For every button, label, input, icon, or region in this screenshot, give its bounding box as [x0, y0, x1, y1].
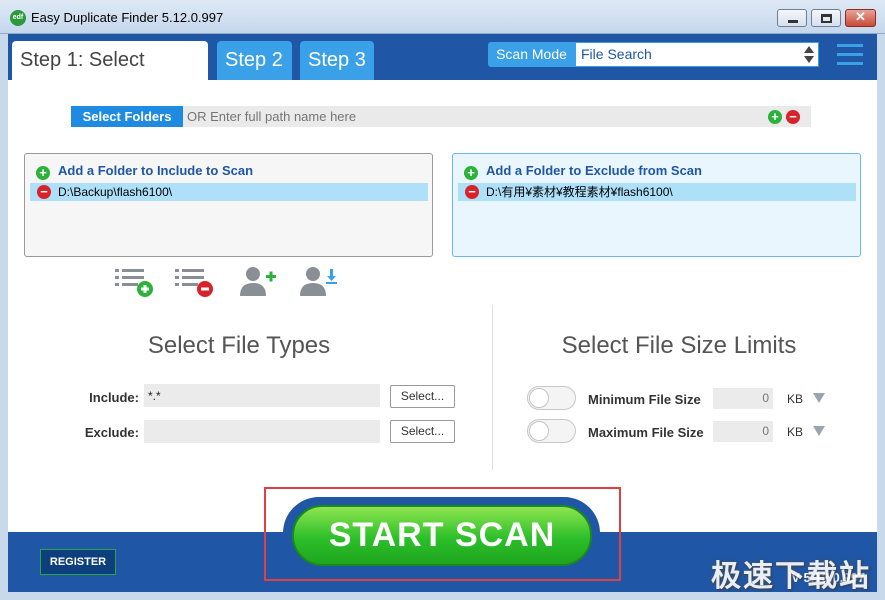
add-exclude-folder-icon: +: [464, 166, 478, 180]
list-item[interactable]: − D:\有用¥素材¥教程素材¥flash6100\: [458, 183, 856, 201]
title-bar: edf Easy Duplicate Finder 5.12.0.997 ✕: [0, 0, 885, 34]
include-select-button[interactable]: Select...: [390, 385, 455, 408]
max-size-input[interactable]: 0: [713, 421, 773, 442]
exclude-folder-header[interactable]: + Add a Folder to Exclude from Scan: [464, 163, 702, 180]
section-divider: [492, 305, 493, 470]
window-title: Easy Duplicate Finder 5.12.0.997: [31, 10, 224, 25]
add-path-icon[interactable]: +: [768, 110, 782, 124]
add-user-icon[interactable]: [236, 265, 280, 297]
min-size-input[interactable]: 0: [713, 388, 773, 409]
file-types-title: Select File Types: [147, 332, 331, 359]
scan-mode-value: File Search: [581, 46, 652, 62]
register-button[interactable]: REGISTER: [40, 549, 116, 575]
min-size-dropdown-icon[interactable]: [813, 393, 825, 403]
exclude-types-input[interactable]: [144, 420, 380, 443]
exclude-select-button[interactable]: Select...: [390, 420, 455, 443]
close-button[interactable]: ✕: [845, 9, 876, 27]
min-size-unit: KB: [787, 392, 804, 406]
min-size-toggle[interactable]: [527, 386, 576, 410]
include-label: Include:: [89, 390, 139, 405]
folder-path: D:\Backup\flash6100\: [58, 185, 173, 199]
tab-step-3[interactable]: Step 3: [300, 41, 374, 80]
watermark-text: 极速下载站: [711, 560, 871, 593]
app-logo-icon: edf: [10, 10, 26, 26]
folder-path: D:\有用¥素材¥教程素材¥flash6100\: [486, 185, 673, 199]
include-folders-box: + Add a Folder to Include to Scan − D:\Ba…: [24, 153, 433, 257]
remove-list-icon[interactable]: [172, 265, 216, 297]
include-types-input[interactable]: [144, 384, 380, 407]
tab-step-2[interactable]: Step 2: [217, 41, 292, 80]
include-folder-header[interactable]: + Add a Folder to Include to Scan: [36, 163, 253, 180]
exclude-folders-box: + Add a Folder to Exclude from Scan − D:\…: [452, 153, 861, 257]
app-header: Step 1: Select Folders Step 2 Step 3 Sca…: [8, 34, 877, 110]
close-icon: ✕: [855, 9, 866, 24]
path-input[interactable]: [183, 106, 743, 127]
add-include-folder-icon: +: [36, 166, 50, 180]
scan-mode-select[interactable]: File Search: [575, 42, 819, 67]
list-item[interactable]: − D:\Backup\flash6100\: [30, 183, 428, 201]
hamburger-menu-icon[interactable]: [837, 44, 863, 66]
annotation-highlight: [264, 487, 621, 581]
scan-mode-label: Scan Mode: [488, 42, 575, 67]
max-size-label: Maximum File Size: [588, 425, 704, 440]
max-size-dropdown-icon[interactable]: [813, 426, 825, 436]
max-size-unit: KB: [787, 425, 804, 439]
maximize-button[interactable]: [811, 9, 841, 27]
add-list-icon[interactable]: [112, 265, 156, 297]
select-folders-button[interactable]: Select Folders: [71, 106, 183, 127]
max-size-toggle[interactable]: [527, 419, 576, 443]
select-arrows-icon: [804, 46, 814, 63]
remove-path-icon[interactable]: −: [786, 110, 800, 124]
tab-step-1[interactable]: Step 1: Select Folders: [12, 41, 208, 110]
minimize-icon: [788, 20, 798, 23]
min-size-label: Minimum File Size: [588, 392, 701, 407]
main-panel: Select Folders + − +Add a Folder to Incl…: [8, 80, 877, 532]
maximize-icon: [821, 14, 832, 23]
remove-folder-icon[interactable]: −: [465, 185, 479, 199]
minimize-button[interactable]: [777, 9, 807, 27]
import-user-icon[interactable]: [296, 265, 340, 297]
exclude-label: Exclude:: [84, 425, 139, 440]
remove-folder-icon[interactable]: −: [37, 185, 51, 199]
path-bar: Select Folders + −: [71, 106, 811, 127]
file-size-title: Select File Size Limits: [561, 332, 797, 359]
